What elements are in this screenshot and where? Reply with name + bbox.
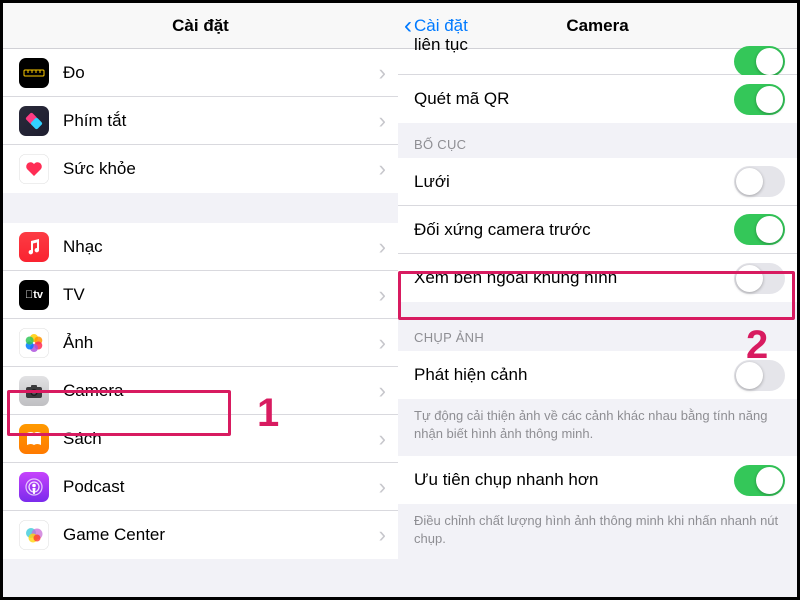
annotation-2: 2 [746, 323, 768, 368]
row-tv-label: TV [63, 285, 379, 305]
row-grid-label: Lưới [414, 172, 734, 192]
row-camera[interactable]: Camera › [3, 367, 398, 415]
row-view-outside-label: Xem bên ngoài khung hình [414, 268, 734, 288]
row-books-label: Sách [63, 429, 379, 449]
settings-header: Cài đặt [3, 3, 398, 49]
chevron-right-icon: › [379, 476, 386, 498]
row-podcast-label: Podcast [63, 477, 379, 497]
chevron-right-icon: › [379, 332, 386, 354]
back-label: Cài đặt [414, 16, 468, 36]
row-partial-label: liên tục [414, 35, 734, 55]
row-music[interactable]: Nhạc › [3, 223, 398, 271]
books-icon [19, 424, 49, 454]
photos-icon [19, 328, 49, 358]
row-partial-cut[interactable]: liên tục [398, 49, 797, 75]
row-gamecenter-label: Game Center [63, 525, 379, 545]
toggle-scan-qr[interactable] [734, 84, 785, 115]
chevron-right-icon: › [379, 110, 386, 132]
row-scene-label: Phát hiện cảnh [414, 365, 734, 385]
row-shortcuts[interactable]: Phím tắt › [3, 97, 398, 145]
chevron-right-icon: › [379, 236, 386, 258]
tutorial-frame: Cài đặt Đo › Phím tắt › [0, 0, 800, 600]
row-faster-shooting[interactable]: Ưu tiên chụp nhanh hơn [398, 456, 797, 504]
row-books[interactable]: Sách › [3, 415, 398, 463]
row-measure[interactable]: Đo › [3, 49, 398, 97]
music-icon [19, 232, 49, 262]
chevron-right-icon: › [379, 158, 386, 180]
faster-shooting-footer: Điều chỉnh chất lượng hình ảnh thông min… [398, 504, 797, 561]
camera-settings-pane: ‹ Cài đặt Camera liên tục Quét mã QR BỐ … [398, 3, 797, 597]
row-scene-detection[interactable]: Phát hiện cảnh [398, 351, 797, 399]
row-gamecenter[interactable]: Game Center › [3, 511, 398, 559]
toggle-partial[interactable] [734, 46, 785, 77]
row-measure-label: Đo [63, 63, 379, 83]
toggle-grid[interactable] [734, 166, 785, 197]
camera-list[interactable]: liên tục Quét mã QR BỐ CỤC Lưới Đối xứng… [398, 49, 797, 561]
camera-icon [19, 376, 49, 406]
row-mirror-label: Đối xứng camera trước [414, 220, 734, 240]
toggle-view-outside-frame[interactable] [734, 263, 785, 294]
row-health[interactable]: Sức khỏe › [3, 145, 398, 193]
camera-title: Camera [566, 16, 628, 36]
row-tv[interactable]: tv TV › [3, 271, 398, 319]
settings-title: Cài đặt [172, 16, 229, 36]
row-faster-label: Ưu tiên chụp nhanh hơn [414, 470, 734, 490]
chevron-left-icon: ‹ [404, 14, 412, 38]
shortcuts-icon [19, 106, 49, 136]
settings-pane: Cài đặt Đo › Phím tắt › [3, 3, 401, 597]
row-mirror-front[interactable]: Đối xứng camera trước [398, 206, 797, 254]
row-shortcuts-label: Phím tắt [63, 111, 379, 131]
chevron-right-icon: › [379, 284, 386, 306]
gamecenter-icon [19, 520, 49, 550]
row-music-label: Nhạc [63, 237, 379, 257]
row-health-label: Sức khỏe [63, 159, 379, 179]
settings-list[interactable]: Đo › Phím tắt › Sức khỏe › [3, 49, 398, 559]
settings-section-2: Nhạc › tv TV › Ảnh › [3, 223, 398, 559]
toggle-mirror-front[interactable] [734, 214, 785, 245]
health-icon [19, 154, 49, 184]
row-grid[interactable]: Lưới [398, 158, 797, 206]
annotation-1: 1 [257, 391, 279, 436]
row-photos-label: Ảnh [63, 333, 379, 353]
row-scan-qr-label: Quét mã QR [414, 89, 734, 109]
row-podcast[interactable]: Podcast › [3, 463, 398, 511]
settings-section-1: Đo › Phím tắt › Sức khỏe › [3, 49, 398, 193]
chevron-right-icon: › [379, 524, 386, 546]
measure-icon [19, 58, 49, 88]
scene-detection-footer: Tự động cải thiện ảnh về các cảnh khác n… [398, 399, 797, 456]
row-scan-qr[interactable]: Quét mã QR [398, 75, 797, 123]
section-layout-header: BỐ CỤC [398, 123, 797, 158]
section-capture-header: CHỤP ẢNH [398, 302, 797, 351]
row-view-outside-frame[interactable]: Xem bên ngoài khung hình [398, 254, 797, 302]
section-gap [3, 193, 398, 223]
podcast-icon [19, 472, 49, 502]
chevron-right-icon: › [379, 380, 386, 402]
toggle-faster-shooting[interactable] [734, 465, 785, 496]
chevron-right-icon: › [379, 62, 386, 84]
chevron-right-icon: › [379, 428, 386, 450]
row-photos[interactable]: Ảnh › [3, 319, 398, 367]
row-camera-label: Camera [63, 381, 379, 401]
tv-icon: tv [19, 280, 49, 310]
